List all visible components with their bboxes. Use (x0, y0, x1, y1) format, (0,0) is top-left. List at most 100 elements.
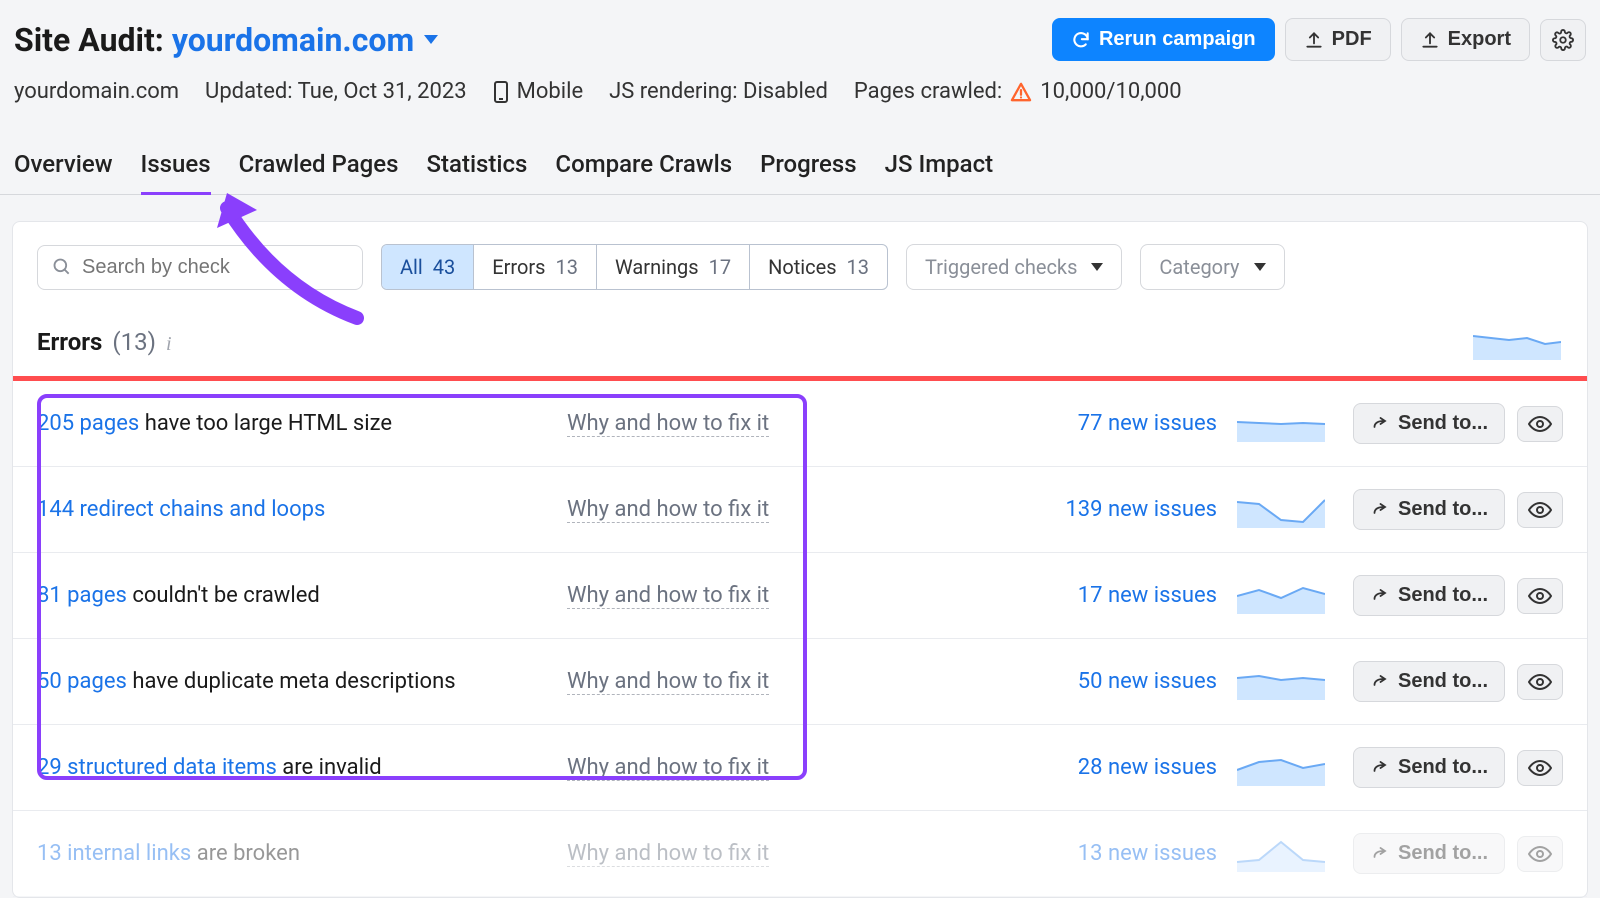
export-label: Export (1448, 28, 1511, 51)
send-to-button[interactable]: Send to... (1353, 747, 1505, 788)
tab-overview[interactable]: Overview (14, 140, 113, 194)
filter-segment-group: All 43 Errors 13 Warnings 17 Notices 13 (381, 244, 888, 290)
send-to-button[interactable]: Send to... (1353, 489, 1505, 530)
warning-icon (1010, 82, 1032, 102)
issue-text: 13 internal links are broken (37, 841, 567, 866)
share-arrow-icon (1370, 587, 1388, 605)
send-to-button[interactable]: Send to... (1353, 661, 1505, 702)
issue-link[interactable]: 13 internal links (37, 841, 191, 866)
export-button[interactable]: Export (1401, 18, 1530, 61)
filter-warnings-count: 17 (709, 255, 731, 279)
section-header: Errors (13) i (13, 316, 1587, 376)
tab-crawled-pages[interactable]: Crawled Pages (239, 140, 399, 194)
issue-text: 50 pages have duplicate meta description… (37, 669, 567, 694)
view-button[interactable] (1517, 750, 1563, 786)
controls-row: All 43 Errors 13 Warnings 17 Notices 13 … (13, 244, 1587, 290)
why-how-link[interactable]: Why and how to fix it (567, 669, 769, 695)
row-sparkline (1237, 836, 1327, 872)
new-issues-link[interactable]: 17 new issues (987, 583, 1237, 608)
row-sparkline (1237, 492, 1327, 528)
issue-link[interactable]: 81 pages (37, 583, 127, 608)
eye-icon (1528, 501, 1552, 519)
section-count: (13) (112, 328, 156, 356)
tab-issues[interactable]: Issues (141, 140, 211, 194)
section-sparkline (1473, 324, 1563, 360)
tab-compare-crawls[interactable]: Compare Crawls (555, 140, 732, 194)
view-button[interactable] (1517, 664, 1563, 700)
category-dropdown[interactable]: Category (1140, 244, 1284, 290)
settings-button[interactable] (1540, 19, 1586, 61)
issue-row: 205 pages have too large HTML sizeWhy an… (13, 381, 1587, 467)
filter-warnings-label: Warnings (615, 255, 699, 279)
filter-notices-count: 13 (847, 255, 869, 279)
why-how-link[interactable]: Why and how to fix it (567, 841, 769, 867)
upload-icon (1304, 30, 1324, 50)
mobile-icon (493, 81, 509, 103)
why-how-link[interactable]: Why and how to fix it (567, 497, 769, 523)
category-label: Category (1159, 255, 1239, 279)
filter-all-label: All (400, 255, 423, 279)
tab-statistics[interactable]: Statistics (426, 140, 527, 194)
send-to-button[interactable]: Send to... (1353, 833, 1505, 874)
issue-link[interactable]: 29 structured data items (37, 755, 277, 780)
new-issues-link[interactable]: 77 new issues (987, 411, 1237, 436)
view-button[interactable] (1517, 836, 1563, 872)
tabs: Overview Issues Crawled Pages Statistics… (0, 140, 1600, 195)
search-input-wrap[interactable] (37, 245, 363, 290)
why-how-link[interactable]: Why and how to fix it (567, 583, 769, 609)
new-issues-link[interactable]: 28 new issues (987, 755, 1237, 780)
chevron-down-icon (1254, 263, 1266, 271)
pdf-button[interactable]: PDF (1285, 18, 1391, 61)
send-to-button[interactable]: Send to... (1353, 403, 1505, 444)
issue-row: 29 structured data items are invalidWhy … (13, 725, 1587, 811)
filter-all[interactable]: All 43 (382, 245, 474, 289)
view-button[interactable] (1517, 492, 1563, 528)
issue-link[interactable]: 50 pages (37, 669, 127, 694)
view-button[interactable] (1517, 406, 1563, 442)
info-icon[interactable]: i (166, 333, 172, 356)
issue-text: 144 redirect chains and loops (37, 497, 567, 522)
issue-rows: 205 pages have too large HTML sizeWhy an… (13, 381, 1587, 897)
row-sparkline (1237, 664, 1327, 700)
issue-link[interactable]: 205 pages (37, 411, 139, 436)
triggered-checks-dropdown[interactable]: Triggered checks (906, 244, 1122, 290)
meta-pages-crawled: Pages crawled: 10,000/10,000 (854, 79, 1182, 104)
why-how-link[interactable]: Why and how to fix it (567, 411, 769, 437)
domain-dropdown[interactable]: yourdomain.com (172, 21, 438, 59)
pages-crawled-label: Pages crawled: (854, 79, 1002, 104)
filter-warnings[interactable]: Warnings 17 (597, 245, 750, 289)
eye-icon (1528, 415, 1552, 433)
issue-rest: have duplicate meta descriptions (127, 669, 456, 694)
tab-js-impact[interactable]: JS Impact (885, 140, 993, 194)
meta-device-label: Mobile (517, 79, 583, 104)
search-input[interactable] (82, 256, 348, 279)
domain-text: yourdomain.com (172, 21, 414, 59)
eye-icon (1528, 845, 1552, 863)
issue-row: 144 redirect chains and loops Why and how… (13, 467, 1587, 553)
filter-notices-label: Notices (768, 255, 836, 279)
issues-panel: All 43 Errors 13 Warnings 17 Notices 13 … (12, 221, 1588, 898)
eye-icon (1528, 673, 1552, 691)
filter-notices[interactable]: Notices 13 (750, 245, 887, 289)
eye-icon (1528, 587, 1552, 605)
why-how-link[interactable]: Why and how to fix it (567, 755, 769, 781)
new-issues-link[interactable]: 139 new issues (987, 497, 1237, 522)
triggered-checks-label: Triggered checks (925, 255, 1077, 279)
send-to-button[interactable]: Send to... (1353, 575, 1505, 616)
rerun-campaign-button[interactable]: Rerun campaign (1052, 18, 1275, 61)
new-issues-link[interactable]: 50 new issues (987, 669, 1237, 694)
pages-crawled-value: 10,000/10,000 (1040, 79, 1181, 104)
filter-errors[interactable]: Errors 13 (474, 245, 597, 289)
share-arrow-icon (1370, 673, 1388, 691)
issue-row: 13 internal links are brokenWhy and how … (13, 811, 1587, 897)
issue-text: 205 pages have too large HTML size (37, 411, 567, 436)
upload-icon (1420, 30, 1440, 50)
issue-link[interactable]: 144 redirect chains and loops (37, 497, 325, 522)
meta-js-rendering: JS rendering: Disabled (609, 79, 828, 104)
new-issues-link[interactable]: 13 new issues (987, 841, 1237, 866)
view-button[interactable] (1517, 578, 1563, 614)
tab-progress[interactable]: Progress (760, 140, 857, 194)
refresh-icon (1071, 30, 1091, 50)
filter-errors-count: 13 (556, 255, 578, 279)
filter-errors-label: Errors (492, 255, 545, 279)
